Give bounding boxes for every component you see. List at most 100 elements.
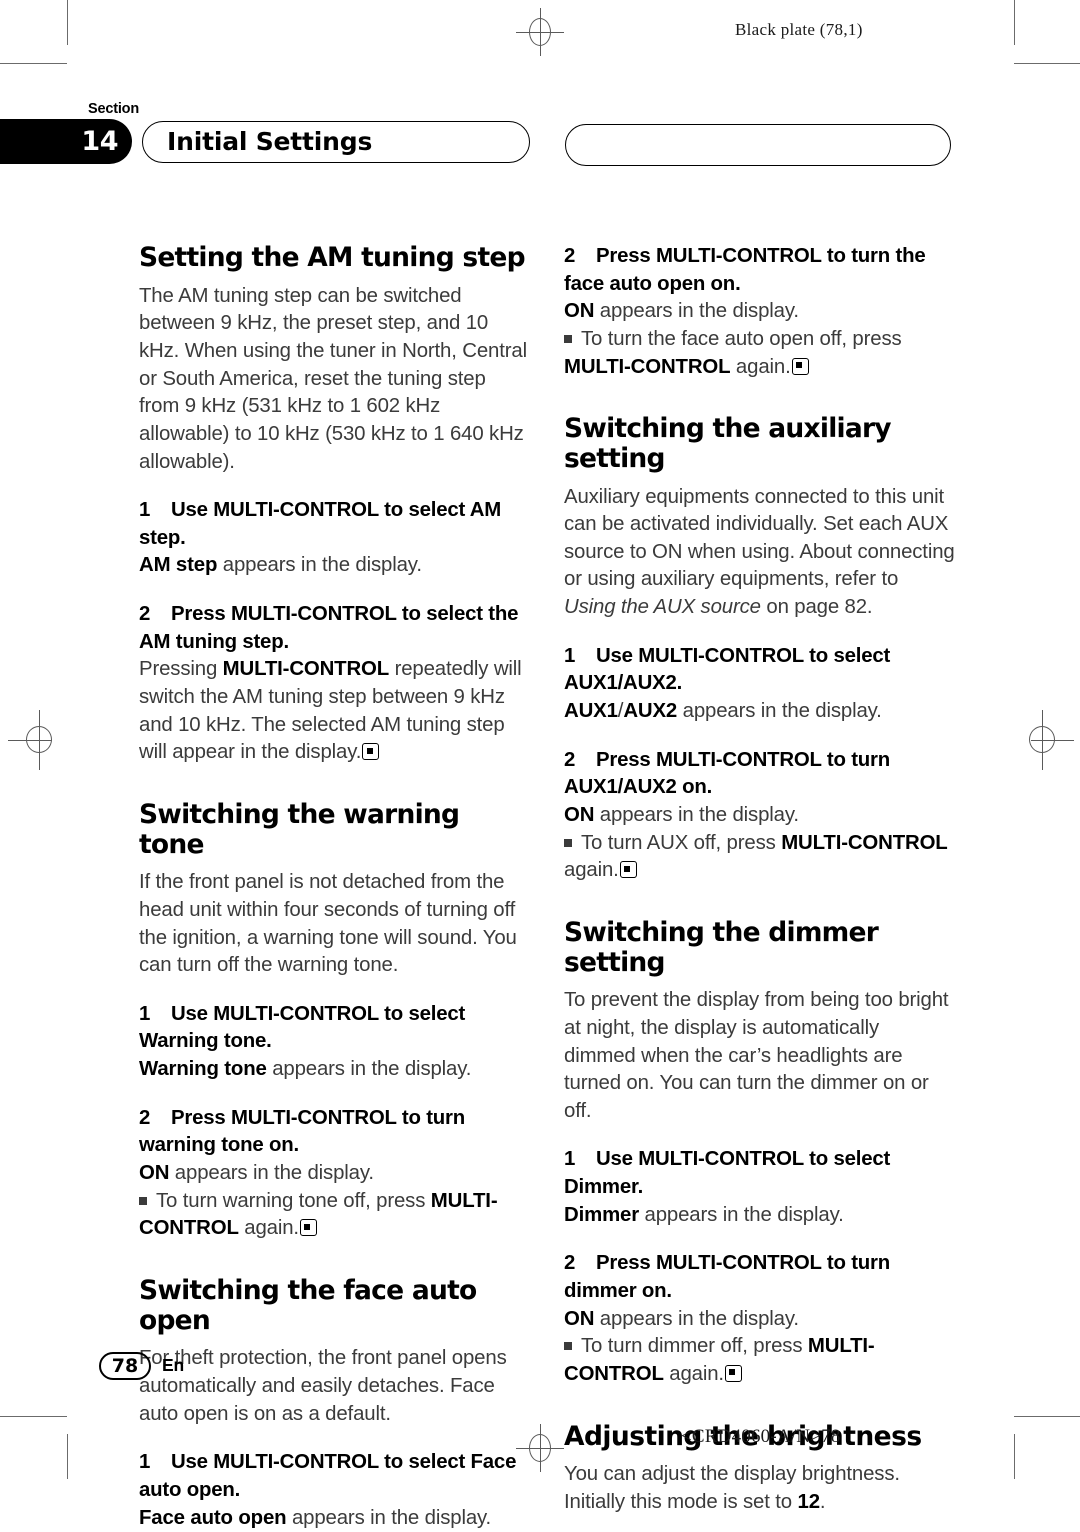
note-text-rest: again.	[239, 1217, 299, 1239]
step-text: Use MULTI-CONTROL to select AUX1/AUX2.	[564, 645, 890, 695]
page-language-label: En	[162, 1355, 184, 1376]
note-text-rest: again.	[730, 356, 790, 378]
step-face-2-result: ON appears in the display.	[564, 298, 955, 326]
step-text: Press MULTI-CONTROL to turn AUX1/AUX2 on…	[564, 749, 890, 799]
note-item: To turn AUX off, press MULTI-CONTROL aga…	[564, 830, 955, 885]
notes-auxiliary: To turn AUX off, press MULTI-CONTROL aga…	[564, 830, 955, 885]
display-value-aux2: AUX2	[623, 700, 677, 722]
display-value: Face auto open	[139, 1507, 286, 1529]
default-brightness-value: 12	[798, 1491, 820, 1513]
cross-reference-title: Using the AUX source	[564, 596, 761, 618]
notes-warning-tone: To turn warning tone off, press MULTI-CO…	[139, 1188, 530, 1243]
step-warning-2-result: ON appears in the display.	[139, 1160, 530, 1188]
result-text: appears in the display.	[594, 804, 799, 826]
bullet-square-icon	[564, 839, 572, 847]
intro-text-lead: You can adjust the display brightness. I…	[564, 1463, 900, 1513]
step-number: 2	[139, 1105, 171, 1133]
intro-text-lead: Auxiliary equipments connected to this u…	[564, 486, 955, 591]
end-of-procedure-icon	[362, 743, 379, 760]
end-of-procedure-icon	[620, 861, 637, 878]
note-text-rest: again.	[564, 859, 619, 881]
step-number: 1	[139, 1449, 171, 1477]
bullet-square-icon	[564, 335, 572, 343]
step-face-1: 1Use MULTI-CONTROL to select Face auto o…	[139, 1449, 530, 1504]
section-word-label: Section	[88, 101, 139, 117]
step-aux-1: 1Use MULTI-CONTROL to select AUX1/AUX2.	[564, 643, 955, 698]
step-number: 1	[564, 1146, 596, 1174]
display-value-aux1: AUX1	[564, 700, 618, 722]
intro-text-rest: on page 82.	[761, 596, 873, 618]
heading-switching-dimmer-setting: Switching the dimmer setting	[564, 918, 955, 977]
step-text: Use MULTI-CONTROL to select Face auto op…	[139, 1451, 516, 1501]
page-title: Initial Settings	[167, 127, 372, 156]
step-text: Use MULTI-CONTROL to select Dimmer.	[564, 1148, 890, 1198]
bullet-square-icon	[139, 1197, 147, 1205]
control-name: MULTI-CONTROL	[223, 658, 389, 680]
notes-face-auto-open: To turn the face auto open off, press MU…	[564, 326, 955, 381]
note-item: To turn the face auto open off, press MU…	[564, 326, 955, 381]
step-number: 1	[139, 497, 171, 525]
paragraph-face-auto-open-intro: For theft protection, the front panel op…	[139, 1345, 530, 1428]
step-dimmer-1-result: Dimmer appears in the display.	[564, 1202, 955, 1230]
end-of-procedure-icon	[725, 1365, 742, 1382]
crop-mark-bottom-right-horizontal	[1014, 1416, 1080, 1417]
heading-setting-am-tuning-step: Setting the AM tuning step	[139, 243, 530, 273]
step-number: 1	[139, 1001, 171, 1029]
step-face-2: 2Press MULTI-CONTROL to turn the face au…	[564, 243, 955, 298]
result-text-lead: Pressing	[139, 658, 223, 680]
display-value: AM step	[139, 554, 217, 576]
intro-text-rest: .	[820, 1491, 826, 1513]
crop-mark-top-right-vertical	[1014, 0, 1015, 45]
step-warning-2: 2Press MULTI-CONTROL to turn warning ton…	[139, 1105, 530, 1160]
step-warning-1: 1Use MULTI-CONTROL to select Warning ton…	[139, 1001, 530, 1056]
step-text: Press MULTI-CONTROL to turn dimmer on.	[564, 1252, 890, 1302]
step-number: 2	[564, 747, 596, 775]
paragraph-warning-tone-intro: If the front panel is not detached from …	[139, 869, 530, 980]
chapter-title-pill-right	[565, 124, 951, 166]
section-number-tab: 14	[0, 119, 132, 164]
crop-mark-bottom-left-horizontal	[0, 1416, 67, 1417]
step-am-1: 1Use MULTI-CONTROL to select AM step.	[139, 497, 530, 552]
note-item: To turn warning tone off, press MULTI-CO…	[139, 1188, 530, 1243]
step-face-1-result: Face auto open appears in the display.	[139, 1505, 530, 1532]
registration-mark-top	[516, 8, 564, 56]
step-dimmer-1: 1Use MULTI-CONTROL to select Dimmer.	[564, 1146, 955, 1201]
crop-mark-top-right-horizontal	[1014, 63, 1080, 64]
result-text: appears in the display.	[639, 1204, 844, 1226]
result-text: appears in the display.	[217, 554, 422, 576]
result-text: appears in the display.	[677, 700, 882, 722]
crop-mark-top-left-vertical	[67, 0, 68, 45]
step-aux-2: 2Press MULTI-CONTROL to turn AUX1/AUX2 o…	[564, 747, 955, 802]
crop-mark-bottom-right-vertical	[1014, 1434, 1015, 1479]
result-text: appears in the display.	[169, 1162, 374, 1184]
end-of-procedure-icon	[792, 358, 809, 375]
paragraph-auxiliary-intro: Auxiliary equipments connected to this u…	[564, 484, 955, 622]
display-value: ON	[564, 804, 594, 826]
step-aux-1-result: AUX1/AUX2 appears in the display.	[564, 698, 955, 726]
note-text-lead: To turn the face auto open off, press	[581, 328, 902, 350]
page-number-badge: 78	[99, 1352, 151, 1380]
note-item: To turn dimmer off, press MULTI-CONTROL …	[564, 1333, 955, 1388]
control-name: MULTI-CONTROL	[564, 356, 730, 378]
step-am-2-result: Pressing MULTI-CONTROL repeatedly will s…	[139, 656, 530, 767]
heading-switching-auxiliary-setting: Switching the auxiliary setting	[564, 414, 955, 473]
step-text: Use MULTI-CONTROL to select AM step.	[139, 499, 501, 549]
step-dimmer-2-result: ON appears in the display.	[564, 1306, 955, 1334]
step-text: Use MULTI-CONTROL to select Warning tone…	[139, 1003, 465, 1053]
step-dimmer-2: 2Press MULTI-CONTROL to turn dimmer on.	[564, 1250, 955, 1305]
step-text: Press MULTI-CONTROL to turn the face aut…	[564, 245, 926, 295]
step-number: 1	[564, 643, 596, 671]
heading-switching-face-auto-open: Switching the face auto open	[139, 1276, 530, 1335]
document-code: <CRD4060-A/N>78	[681, 1426, 841, 1448]
note-text-rest: again.	[664, 1363, 724, 1385]
end-of-procedure-icon	[300, 1219, 317, 1236]
step-text: Press MULTI-CONTROL to turn warning tone…	[139, 1107, 465, 1157]
result-text: appears in the display.	[594, 300, 799, 322]
crop-mark-top-left-horizontal	[0, 63, 67, 64]
note-text-lead: To turn warning tone off, press	[156, 1190, 431, 1212]
step-number: 2	[139, 601, 171, 629]
display-value: Dimmer	[564, 1204, 639, 1226]
result-text: appears in the display.	[286, 1507, 491, 1529]
control-name: MULTI-CONTROL	[781, 832, 947, 854]
notes-dimmer: To turn dimmer off, press MULTI-CONTROL …	[564, 1333, 955, 1388]
